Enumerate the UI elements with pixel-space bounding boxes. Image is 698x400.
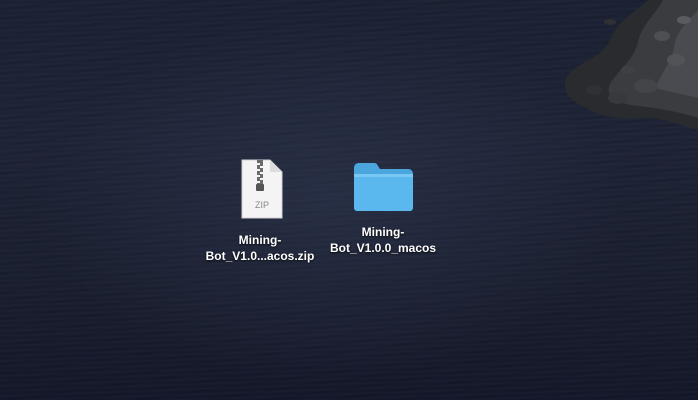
folder-icon[interactable] xyxy=(352,160,414,214)
rocky-shore-wallpaper-detail xyxy=(564,0,698,130)
folder-label-line2: Bot_V1.0.0_macos xyxy=(329,241,437,255)
desktop-item-zip[interactable]: ZIP Mining- Bot_V1.0...acos.zip xyxy=(200,158,320,264)
zip-file-label-line2: Bot_V1.0...acos.zip xyxy=(205,249,315,263)
zip-file-label-line1: Mining- xyxy=(238,233,282,247)
desktop-item-folder[interactable]: Mining- Bot_V1.0.0_macos xyxy=(323,160,443,256)
zip-file-label[interactable]: Mining- Bot_V1.0...acos.zip xyxy=(200,232,320,264)
zip-file-icon[interactable]: ZIP xyxy=(232,158,288,222)
folder-label[interactable]: Mining- Bot_V1.0.0_macos xyxy=(323,224,443,256)
folder-label-line1: Mining- xyxy=(361,225,405,239)
zip-badge-text: ZIP xyxy=(255,200,269,210)
desktop[interactable]: ZIP Mining- Bot_V1.0...acos.zip Mining- … xyxy=(0,0,698,400)
